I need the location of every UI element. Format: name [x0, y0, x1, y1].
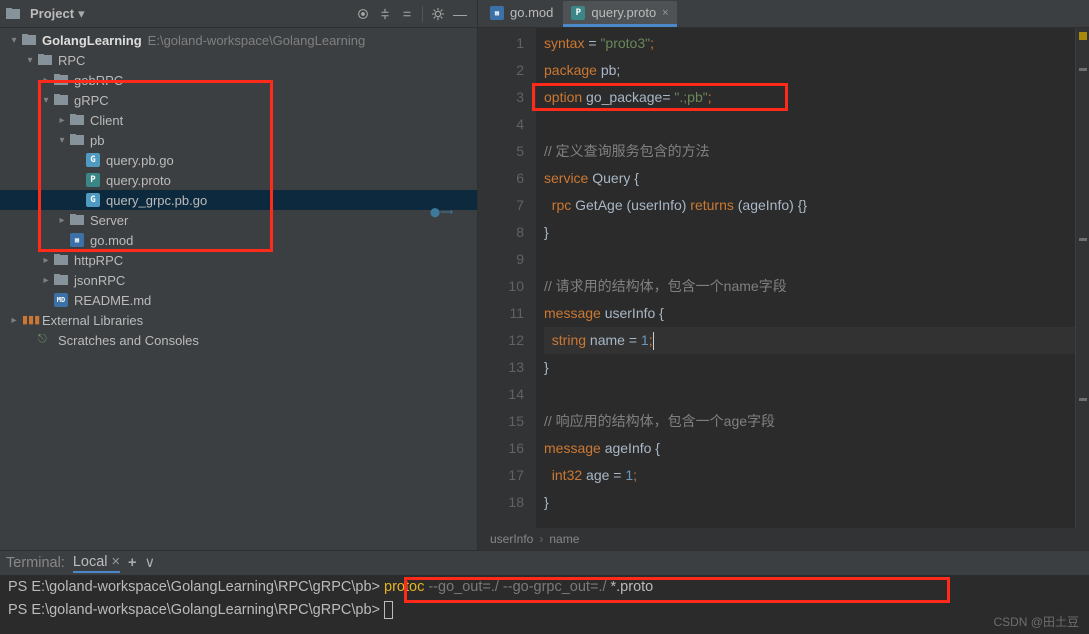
libraries-icon: ▮▮▮	[22, 313, 36, 327]
folder-icon	[54, 274, 68, 286]
mod-file-icon: ▦	[490, 6, 504, 20]
tab-label: query.proto	[591, 5, 656, 20]
editor-marker-bar[interactable]	[1075, 28, 1089, 528]
project-icon	[6, 8, 20, 20]
terminal-title: Terminal:	[6, 555, 65, 571]
terminal-tool-window: Terminal: Local× + ∨ PS E:\goland-worksp…	[0, 550, 1089, 634]
select-opened-file-icon[interactable]	[352, 3, 374, 25]
line-number: 13	[478, 354, 524, 381]
collapse-all-icon[interactable]	[396, 3, 418, 25]
project-dropdown-icon[interactable]: ▾	[78, 6, 85, 22]
separator	[422, 6, 423, 22]
project-header: Project ▾ —	[0, 0, 477, 28]
line-number: 3	[478, 84, 524, 111]
gutter: 1 2 3 4 5 6 ⬤⟶7 8 9 10 11 12 13 14 15 16	[478, 28, 536, 528]
annotation-highlight-line3	[532, 83, 788, 111]
marker[interactable]	[1079, 398, 1087, 401]
expand-all-icon[interactable]	[374, 3, 396, 25]
code-content[interactable]: syntax = "proto3"; package pb; option go…	[536, 28, 1075, 528]
close-icon[interactable]: ×	[112, 554, 120, 570]
annotation-highlight-terminal	[404, 577, 950, 603]
tree-folder-jsonrpc[interactable]: jsonRPC	[0, 270, 477, 290]
tree-file-readme[interactable]: MDREADME.md	[0, 290, 477, 310]
line-number: 16	[478, 435, 524, 462]
markdown-file-icon: MD	[54, 293, 68, 307]
editor-tabs: ▦ go.mod Pquery.proto ×	[478, 0, 1089, 28]
marker[interactable]	[1079, 68, 1087, 71]
project-tool-window: Project ▾ — GolangLearning E:\goland-work…	[0, 0, 478, 550]
tab-query-proto[interactable]: Pquery.proto ×	[563, 1, 676, 27]
project-title[interactable]: Project	[30, 6, 74, 21]
chevron-right-icon	[539, 532, 543, 546]
folder-icon	[22, 34, 36, 46]
terminal-tabs: Terminal: Local× + ∨	[0, 551, 1089, 575]
terminal-dropdown-icon[interactable]: ∨	[144, 555, 155, 571]
editor-body[interactable]: 1 2 3 4 5 6 ⬤⟶7 8 9 10 11 12 13 14 15 16	[478, 28, 1089, 528]
terminal-line: PS E:\goland-workspace\GolangLearning\RP…	[8, 601, 1081, 623]
tab-go-mod[interactable]: ▦ go.mod	[482, 1, 561, 27]
hide-icon[interactable]: —	[449, 3, 471, 25]
line-number: 6	[478, 165, 524, 192]
breadcrumb-item[interactable]: userInfo	[490, 532, 533, 546]
tab-label: go.mod	[510, 5, 553, 20]
terminal-tab-local[interactable]: Local×	[73, 554, 120, 573]
tree-scratches[interactable]: ⎋Scratches and Consoles	[0, 330, 477, 350]
gear-icon[interactable]	[427, 3, 449, 25]
line-number: 14	[478, 381, 524, 408]
line-number: 4	[478, 111, 524, 138]
annotation-highlight-tree	[38, 80, 273, 252]
breadcrumb-bar: userInfo name	[478, 528, 1089, 550]
terminal-body[interactable]: PS E:\goland-workspace\GolangLearning\RP…	[0, 575, 1089, 634]
close-icon[interactable]: ×	[662, 7, 668, 19]
root-path: E:\goland-workspace\GolangLearning	[148, 33, 366, 48]
editor-area: ▦ go.mod Pquery.proto × 1 2 3 4 5 6 ⬤⟶7 8 …	[478, 0, 1089, 550]
line-number: 18	[478, 489, 524, 516]
root-name: GolangLearning	[42, 33, 142, 48]
new-terminal-icon[interactable]: +	[128, 555, 136, 571]
folder-icon	[38, 54, 52, 66]
marker[interactable]	[1079, 238, 1087, 241]
line-number: 11	[478, 300, 524, 327]
line-number: 12	[478, 327, 524, 354]
line-number: 15	[478, 408, 524, 435]
watermark: CSDN @田土豆	[993, 613, 1079, 630]
tree-folder-rpc[interactable]: RPC	[0, 50, 477, 70]
line-number: 17	[478, 462, 524, 489]
scratches-icon: ⎋	[38, 333, 52, 347]
tree-root[interactable]: GolangLearning E:\goland-workspace\Golang…	[0, 30, 477, 50]
line-number: ⬤⟶7	[478, 192, 524, 219]
terminal-cursor	[384, 601, 393, 619]
folder-icon	[54, 254, 68, 266]
line-number: 1	[478, 30, 524, 57]
tree-external-libraries[interactable]: ▮▮▮External Libraries	[0, 310, 477, 330]
line-number: 5	[478, 138, 524, 165]
breadcrumb-item[interactable]: name	[549, 532, 579, 546]
warning-marker[interactable]	[1079, 32, 1087, 40]
tree-folder-httprpc[interactable]: httpRPC	[0, 250, 477, 270]
line-number: 9	[478, 246, 524, 273]
line-number: 10	[478, 273, 524, 300]
line-number: 8	[478, 219, 524, 246]
proto-file-icon: P	[571, 6, 585, 20]
line-number: 2	[478, 57, 524, 84]
